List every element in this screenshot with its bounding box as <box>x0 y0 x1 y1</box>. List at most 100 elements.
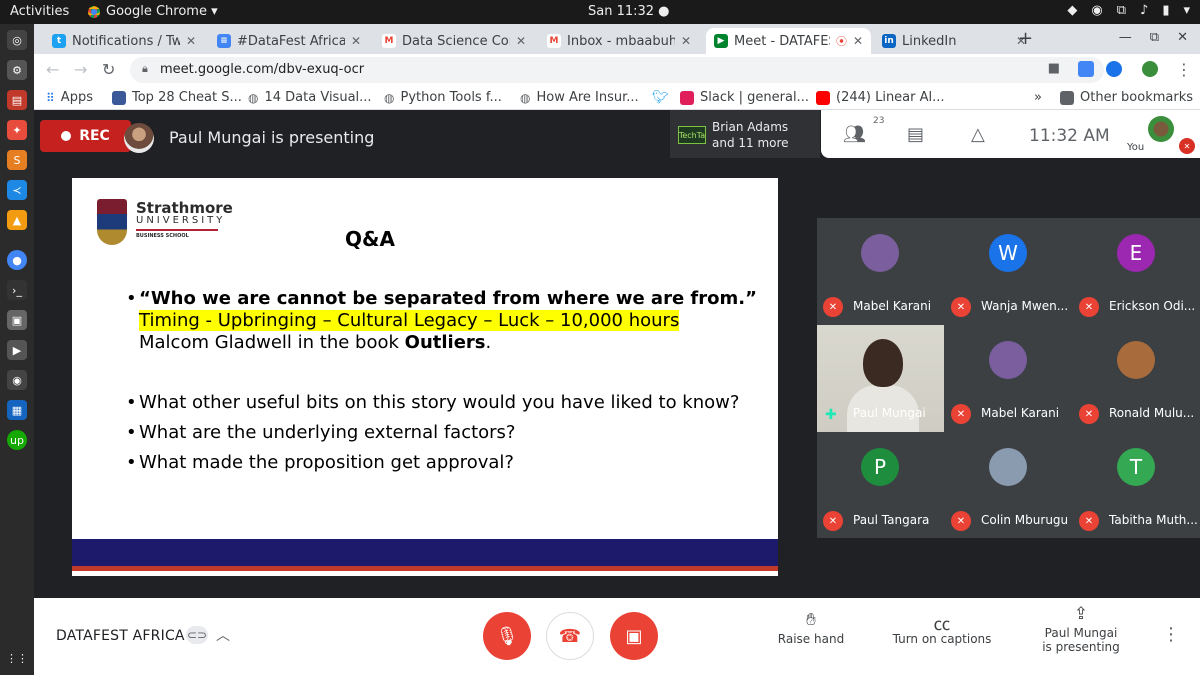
recording-indicator[interactable]: REC <box>40 120 131 152</box>
mic-toggle-button[interactable]: 🎙︎ <box>483 612 531 660</box>
settings-icon[interactable]: ⚙ <box>7 60 27 80</box>
terminal-icon[interactable]: ›_ <box>7 280 27 300</box>
upwork-icon[interactable]: ◉ <box>1091 3 1102 18</box>
chat-sender: Brian Adams <box>712 120 789 134</box>
forward-icon[interactable]: → <box>74 60 87 79</box>
vscode-icon[interactable]: ≺ <box>7 180 27 200</box>
participant-tile[interactable]: E ✕ Erickson Odi... <box>1073 218 1200 325</box>
bookmark-cheat-sheets[interactable]: Top 28 Cheat S... <box>112 90 242 105</box>
participant-avatar <box>861 234 899 272</box>
chat-notification[interactable]: TechTa Brian Adams and 11 more <box>670 110 820 158</box>
restore-icon[interactable]: ⧉ <box>1150 30 1159 45</box>
participant-tile[interactable]: ✕ Ronald Mulu... <box>1073 325 1200 432</box>
app-icon[interactable]: ✦ <box>7 120 27 140</box>
system-clock[interactable]: San 11:32 ● <box>588 4 670 19</box>
tab-linkedin[interactable]: in LinkedIn ✕ <box>874 28 1034 54</box>
globe-icon: ◍ <box>384 90 395 105</box>
lock-icon[interactable]: 🔒︎ <box>142 62 148 76</box>
reload-icon[interactable]: ↻ <box>102 60 115 79</box>
back-icon[interactable]: ← <box>46 60 59 79</box>
network-icon[interactable]: ⧉ <box>1117 3 1126 18</box>
bookmark-python-tools[interactable]: ◍ Python Tools f... <box>384 90 502 105</box>
presenting-label: is presenting <box>1042 640 1120 654</box>
camera-toggle-button[interactable]: ▣ <box>610 612 658 660</box>
self-label: You <box>1127 142 1145 153</box>
files-icon[interactable]: ▤ <box>7 90 27 110</box>
close-icon[interactable]: ✕ <box>351 34 361 48</box>
close-icon[interactable]: ✕ <box>853 34 863 48</box>
activities-icon[interactable]: △ <box>971 124 985 145</box>
extension-icon[interactable] <box>1078 61 1094 77</box>
bookmark-apps[interactable]: ⠿ Apps <box>46 90 93 105</box>
participant-video-tile[interactable]: ✚ Paul Mungai <box>817 325 944 432</box>
bookmark-data-visual[interactable]: ◍ 14 Data Visual... <box>248 90 372 105</box>
bookmark-linear-algebra[interactable]: (244) Linear Al... <box>816 90 945 105</box>
chevron-down-icon[interactable]: ▾ <box>1183 3 1190 18</box>
chat-icon[interactable]: ▤ <box>907 124 924 145</box>
chrome-menu-icon[interactable]: ⋮ <box>1176 60 1192 79</box>
raise-hand-button[interactable]: ✋︎ Raise hand <box>776 610 846 646</box>
help-icon[interactable]: ◎ <box>7 30 27 50</box>
system-tray[interactable]: ◆ ◉ ⧉ ♪ ▮ ▾ <box>1067 3 1190 18</box>
participants-grid: ✕ Mabel Karani W ✕ Wanja Mwen... E ✕ Eri… <box>817 218 1200 538</box>
bookmark-twitter[interactable]: 🐦︎ <box>652 90 669 105</box>
more-options-icon[interactable]: ⋮ <box>1162 624 1180 645</box>
screen-recorder-icon[interactable]: ◉ <box>7 370 27 390</box>
minimize-icon[interactable]: — <box>1119 30 1132 45</box>
tab-meet[interactable]: ▶ Meet - DATAFES ⦿ ✕ <box>706 28 871 54</box>
other-bookmarks[interactable]: Other bookmarks <box>1060 90 1193 105</box>
url-text[interactable]: meet.google.com/dbv-exuq-ocr <box>160 62 364 77</box>
volume-icon[interactable]: ♪ <box>1140 3 1148 18</box>
self-avatar[interactable] <box>1148 116 1174 142</box>
camera-icon[interactable]: ■ <box>1048 61 1060 76</box>
bookmark-insurance[interactable]: ◍ How Are Insur... <box>520 90 639 105</box>
participant-tile[interactable]: ✕ Mabel Karani <box>817 218 944 325</box>
attachment-icon[interactable]: ⊂⊃ <box>186 626 208 644</box>
meeting-clock: 11:32 AM <box>1029 126 1110 146</box>
extension-icon[interactable] <box>1106 61 1122 77</box>
close-icon[interactable]: ✕ <box>516 34 526 48</box>
close-icon[interactable]: ✕ <box>186 34 196 48</box>
leave-call-button[interactable]: ☎︎ <box>546 612 594 660</box>
vlc-icon[interactable]: ▲ <box>7 210 27 230</box>
mic-off-icon: ✕ <box>1079 404 1099 424</box>
upwork-dock-icon[interactable]: up <box>7 430 27 450</box>
screenshot-icon[interactable]: ▣ <box>7 310 27 330</box>
people-icon[interactable]: 👥︎ <box>843 124 866 145</box>
sublime-icon[interactable]: S <box>7 150 27 170</box>
participant-tile[interactable]: P ✕ Paul Tangara <box>817 432 944 539</box>
tab-notifications[interactable]: t Notifications / Tw ✕ <box>44 28 204 54</box>
chevron-up-icon[interactable]: ︿ <box>216 625 230 645</box>
bookmarks-overflow-button[interactable]: » <box>1034 90 1042 105</box>
meeting-name[interactable]: DATAFEST AFRICA <box>56 628 185 644</box>
dropbox-icon[interactable]: ◆ <box>1067 3 1077 18</box>
chrome-dock-icon[interactable]: ● <box>7 250 27 270</box>
participant-tile[interactable]: T ✕ Tabitha Muth... <box>1073 432 1200 539</box>
present-screen-icon: ⇪ <box>1073 604 1089 624</box>
bookmark-slack[interactable]: Slack | general... <box>680 90 809 105</box>
activities-button[interactable]: Activities <box>10 4 69 19</box>
captions-button[interactable]: ㏄ Turn on captions <box>892 610 992 646</box>
close-icon[interactable]: ✕ <box>681 34 691 48</box>
address-bar[interactable]: 🔒︎ meet.google.com/dbv-exuq-ocr ■ ☆ <box>130 57 1104 83</box>
participant-tile[interactable]: W ✕ Wanja Mwen... <box>945 218 1072 325</box>
bookmark-label: Python Tools f... <box>400 90 502 105</box>
presenting-button[interactable]: ⇪ Paul Mungai is presenting <box>1040 604 1122 654</box>
show-apps-icon[interactable]: ⋮⋮ <box>6 648 28 668</box>
docs-viewer-icon[interactable]: ▦ <box>7 400 27 420</box>
profile-avatar[interactable] <box>1142 61 1158 77</box>
new-tab-button[interactable]: + <box>1018 28 1033 49</box>
tab-label: Notifications / Tw <box>72 33 180 49</box>
mic-off-icon: ✕ <box>1179 138 1195 154</box>
video-editor-icon[interactable]: ▶ <box>7 340 27 360</box>
battery-icon[interactable]: ▮ <box>1162 3 1169 18</box>
participant-name: Paul Tangara <box>853 513 930 527</box>
participant-tile[interactable]: ✕ Colin Mburugu <box>945 432 1072 539</box>
participant-tile[interactable]: ✕ Mabel Karani <box>945 325 1072 432</box>
app-menu[interactable]: Google Chrome ▾ <box>88 4 218 19</box>
tab-inbox[interactable]: M Inbox - mbaabuha ✕ <box>539 28 699 54</box>
captions-label: Turn on captions <box>892 632 992 646</box>
window-close-icon[interactable]: ✕ <box>1177 30 1188 45</box>
tab-data-science-conf[interactable]: M Data Science Conf ✕ <box>374 28 534 54</box>
tab-datafest-doc[interactable]: ≡ #DataFest Africa 2 ✕ <box>209 28 369 54</box>
